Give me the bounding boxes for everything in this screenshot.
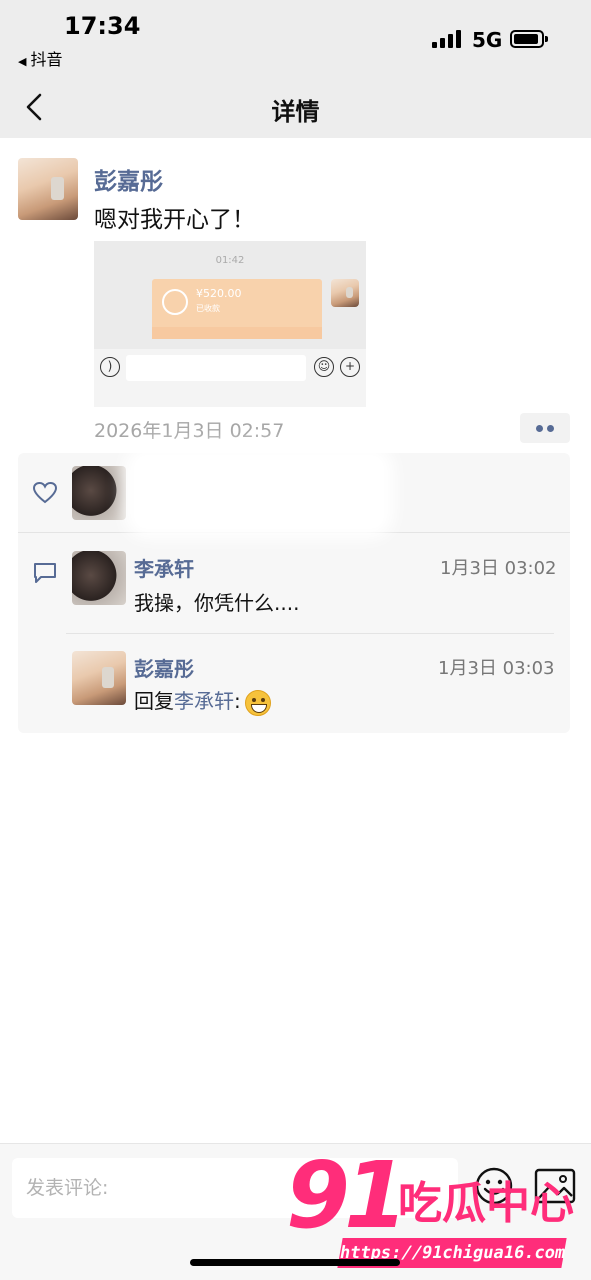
post-date: 2026年1月3日 02:57 bbox=[94, 420, 285, 442]
reply-colon: : bbox=[234, 689, 241, 713]
watermark-number: 91 bbox=[286, 1142, 408, 1249]
post-text: 嗯对我开心了！ bbox=[94, 207, 255, 233]
likes-row bbox=[18, 453, 570, 533]
comment-divider bbox=[66, 633, 554, 634]
transfer-status: 已收款 bbox=[196, 304, 220, 313]
reply-text[interactable]: 回复李承轩: bbox=[134, 685, 271, 716]
more-actions-button[interactable] bbox=[520, 413, 570, 443]
commenter-avatar[interactable] bbox=[72, 551, 126, 605]
status-bar: 17:34 ◀ 抖音 5G bbox=[0, 0, 591, 80]
nav-bar: 详情 bbox=[0, 80, 591, 138]
page-title: 详情 bbox=[271, 98, 320, 126]
check-circle-icon bbox=[162, 289, 188, 315]
comment-time: 1月3日 03:02 bbox=[440, 558, 557, 579]
back-triangle-icon: ◀ bbox=[18, 55, 27, 68]
grinning-emoji-icon bbox=[244, 689, 271, 716]
comment-icon bbox=[34, 563, 56, 583]
plus-icon: + bbox=[340, 357, 360, 377]
transfer-card: ¥520.00 已收款 bbox=[152, 279, 322, 339]
status-time: 17:34 bbox=[64, 12, 141, 40]
transfer-amount: ¥520.00 bbox=[196, 287, 242, 300]
author-name[interactable]: 彭嘉彤 bbox=[94, 162, 163, 196]
home-indicator[interactable] bbox=[190, 1259, 400, 1266]
comment-time: 1月3日 03:03 bbox=[438, 658, 555, 679]
author-avatar[interactable] bbox=[18, 158, 78, 220]
commenter-name[interactable]: 李承轩 bbox=[134, 553, 194, 582]
comment-text[interactable]: 我操，你凭什么.... bbox=[134, 587, 299, 616]
commenter-name[interactable]: 彭嘉彤 bbox=[134, 653, 194, 682]
network-label: 5G bbox=[472, 28, 503, 52]
signal-icon bbox=[432, 30, 464, 48]
back-app-label: 抖音 bbox=[30, 50, 63, 69]
image-chat-time: 01:42 bbox=[215, 255, 245, 266]
back-to-app-link[interactable]: ◀ 抖音 bbox=[18, 46, 62, 70]
reply-prefix: 回复 bbox=[134, 689, 174, 713]
watermark-name: 吃瓜中心 bbox=[398, 1178, 574, 1229]
liker-avatar[interactable] bbox=[72, 466, 126, 520]
image-input-bar: ) ☺ + bbox=[94, 349, 366, 407]
reply-to-name[interactable]: 李承轩 bbox=[174, 689, 234, 713]
battery-icon bbox=[510, 30, 548, 48]
redacted-area bbox=[134, 455, 384, 529]
comment-panel: 李承轩 1月3日 03:02 我操，你凭什么.... 彭嘉彤 1月3日 03:0… bbox=[18, 453, 570, 733]
post-image[interactable]: 01:42 ¥520.00 已收款 ) ☺ + bbox=[94, 241, 366, 407]
heart-icon bbox=[32, 481, 58, 504]
voice-icon: ) bbox=[100, 357, 120, 377]
image-avatar bbox=[331, 279, 359, 307]
commenter-avatar[interactable] bbox=[72, 651, 126, 705]
emoji-icon: ☺ bbox=[314, 357, 334, 377]
